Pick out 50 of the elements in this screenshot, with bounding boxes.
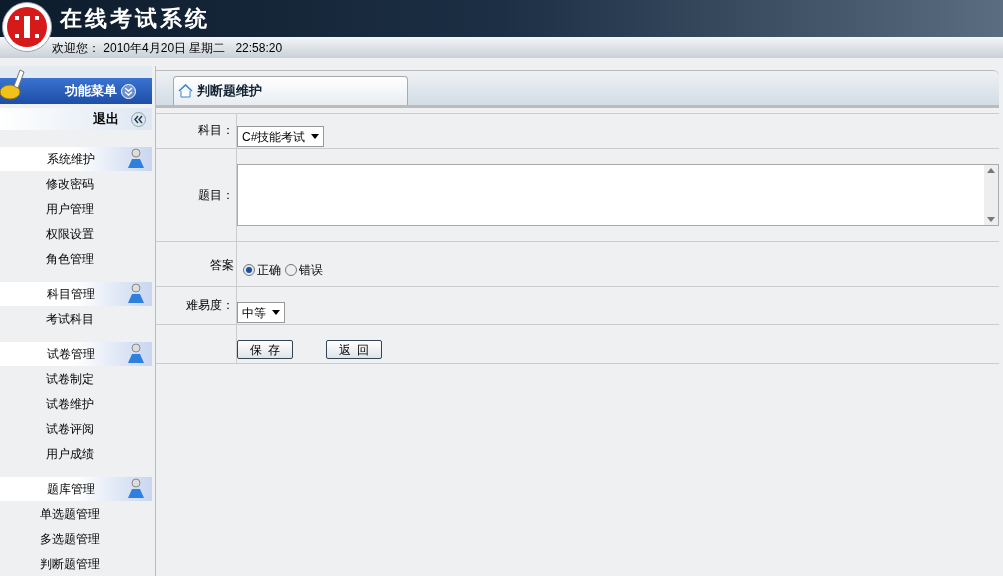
menu-item[interactable]: 权限设置 xyxy=(46,224,94,243)
menu-group-title: 题库管理 xyxy=(47,481,95,498)
menu-group-title: 系统维护 xyxy=(47,151,95,168)
logout-link[interactable]: 退出 xyxy=(93,109,119,129)
scroll-up-icon[interactable] xyxy=(987,168,995,173)
user-icon xyxy=(126,148,146,170)
double-chevron-down-icon xyxy=(121,83,136,99)
form-button[interactable]: 保 存 xyxy=(237,340,293,359)
dropdown[interactable]: C#技能考试 xyxy=(237,126,325,147)
menu-item[interactable]: 试卷维护 xyxy=(46,394,94,413)
menu-group-title: 试卷管理 xyxy=(47,346,95,363)
field-label: 答案 xyxy=(210,257,234,274)
caret-icon xyxy=(272,310,280,315)
home-icon xyxy=(178,84,193,98)
radio-button[interactable] xyxy=(243,264,255,276)
scrollbar[interactable] xyxy=(984,165,998,225)
question-textarea[interactable] xyxy=(237,164,999,226)
field-label: 题目： xyxy=(198,187,234,204)
menu-group-title: 科目管理 xyxy=(47,286,95,303)
double-chevron-left-icon[interactable] xyxy=(131,111,146,127)
user-icon xyxy=(126,283,146,305)
user-icon xyxy=(126,343,146,365)
menu-item[interactable]: 试卷制定 xyxy=(46,369,94,388)
menu-item[interactable]: 判断题管理 xyxy=(40,554,100,573)
radio-button[interactable] xyxy=(285,264,297,276)
menu-item[interactable]: 试卷评阅 xyxy=(46,419,94,438)
welcome-text: 欢迎您： 2010年4月20日 星期二 22:58:20 xyxy=(52,39,283,57)
menu-item[interactable]: 修改密码 xyxy=(46,174,94,193)
menu-title: 功能菜单 xyxy=(65,82,117,101)
user-icon xyxy=(126,478,146,500)
menu-group-header[interactable]: 题库管理 xyxy=(0,477,152,501)
menu-item[interactable]: 多选题管理 xyxy=(40,529,100,548)
field-label: 科目： xyxy=(198,122,234,139)
menu-item[interactable]: 用户管理 xyxy=(46,199,94,218)
radio-label: 正确 xyxy=(257,262,281,279)
scroll-down-icon[interactable] xyxy=(987,217,995,222)
caret-icon xyxy=(311,134,320,139)
menu-item[interactable]: 角色管理 xyxy=(46,249,94,268)
menu-group-header[interactable]: 试卷管理 xyxy=(0,342,152,366)
radio-label: 错误 xyxy=(299,262,323,279)
menu-item[interactable]: 用户成绩 xyxy=(46,444,94,463)
app-title: 在线考试系统 xyxy=(60,4,210,33)
field-label: 难易度： xyxy=(186,297,234,314)
menu-group-header[interactable]: 系统维护 xyxy=(0,147,152,171)
form-button[interactable]: 返 回 xyxy=(326,340,382,359)
menu-item[interactable]: 单选题管理 xyxy=(40,504,100,523)
menu-group-header[interactable]: 科目管理 xyxy=(0,282,152,306)
tab[interactable]: 判断题维护 xyxy=(173,76,408,105)
dropdown[interactable]: 中等 xyxy=(237,302,285,323)
menu-item[interactable]: 考试科目 xyxy=(46,309,94,328)
